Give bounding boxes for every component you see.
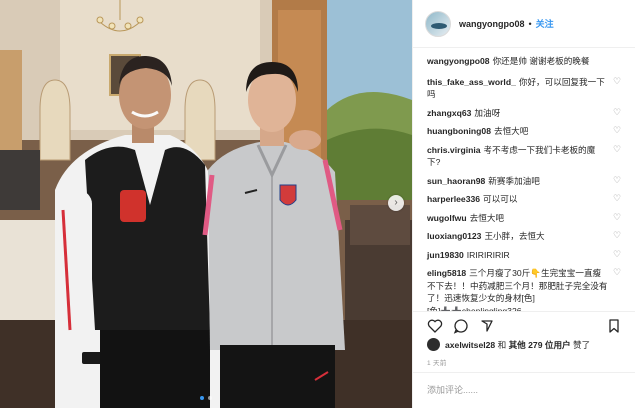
- photo-illustration: [0, 0, 412, 408]
- comment-row: wugolfwu 去恒大吧 ♡: [427, 212, 622, 225]
- likes-suffix: 赞了: [573, 339, 591, 350]
- comment-row: sun_haoran98 新赛季加油吧 ♡: [427, 175, 622, 188]
- comment-username[interactable]: jun19830: [427, 250, 464, 260]
- comment-row: harperlee336 可以可以 ♡: [427, 193, 622, 206]
- comment-heart-icon[interactable]: ♡: [613, 175, 622, 185]
- comment-icon[interactable]: [453, 318, 469, 334]
- caption-username[interactable]: wangyongpo08: [427, 56, 490, 66]
- chevron-right-icon[interactable]: ›: [388, 195, 404, 211]
- comment-text: 可以可以: [483, 194, 518, 204]
- comment-text: 加油呀: [474, 107, 501, 118]
- likes-line: axelwitsel28 和 其他 279 位用户 赞了: [427, 338, 627, 351]
- comment-username[interactable]: huangboning08: [427, 126, 491, 136]
- comment-row: chris.virginia 考不考虑一下我们卡老板的魔下? ♡: [427, 144, 622, 169]
- action-bar: [413, 311, 635, 339]
- comment-username[interactable]: wugolfwu: [427, 213, 467, 223]
- comment-row: huangboning08 去恒大吧 ♡: [427, 125, 622, 138]
- comment-heart-icon[interactable]: ♡: [613, 268, 622, 277]
- likes-connector: 和: [497, 339, 507, 350]
- comment-text: 新赛季加油吧: [488, 175, 540, 186]
- comment-username[interactable]: chris.virginia: [427, 145, 481, 155]
- comment-text: IRIRIRIRIR: [466, 249, 510, 260]
- follow-button[interactable]: 关注: [536, 17, 554, 30]
- comment-row: eling5818 三个月瘦了30斤👇生完宝宝一直瘦不下去！！中药减肥三个月！那肥…: [427, 267, 622, 312]
- comment-row: jun19830 IRIRIRIRIR ♡: [427, 249, 622, 262]
- comment-username[interactable]: luoxiang0123: [427, 231, 481, 241]
- instagram-post: › wangyongpo08 • 关注 wangyongpo08 你还是帅 谢谢老…: [0, 0, 635, 408]
- comment-text: 去恒大吧: [469, 212, 505, 223]
- comment-username[interactable]: sun_haoran98: [427, 176, 485, 186]
- comment-username[interactable]: zhangxq63: [427, 108, 471, 118]
- comment-text: 王小胖，去恒大: [484, 231, 545, 241]
- carousel-dot[interactable]: [208, 396, 212, 400]
- comment-container: this_fake_ass_world_ 你好，可以回复我一下吗 ♡ zhangxq6…: [427, 76, 622, 312]
- comment-heart-icon[interactable]: ♡: [613, 126, 622, 135]
- liker-username[interactable]: axelwitsel28: [445, 340, 495, 350]
- heart-icon[interactable]: [427, 318, 443, 334]
- bookmark-icon[interactable]: [606, 318, 622, 334]
- carousel-dot-active[interactable]: [200, 396, 204, 400]
- comment-row: zhangxq63 加油呀 ♡: [427, 107, 622, 120]
- share-icon[interactable]: [479, 318, 495, 334]
- comment-heart-icon[interactable]: ♡: [613, 144, 622, 154]
- comment-username[interactable]: this_fake_ass_world_: [427, 77, 516, 87]
- caption-text: 你还是帅 谢谢老板的晚餐: [492, 56, 590, 66]
- comment-row: this_fake_ass_world_ 你好，可以回复我一下吗 ♡: [427, 76, 622, 101]
- post-side-panel: wangyongpo08 • 关注 wangyongpo08 你还是帅 谢谢老板的…: [412, 0, 635, 408]
- comment-heart-icon[interactable]: ♡: [613, 249, 622, 259]
- comment-heart-icon[interactable]: ♡: [613, 107, 622, 117]
- comment-row: luoxiang0123 王小胖，去恒大 ♡: [427, 230, 622, 243]
- comment-heart-icon[interactable]: ♡: [613, 231, 622, 240]
- post-header: wangyongpo08 • 关注: [413, 0, 635, 48]
- comment-text: 去恒大吧: [493, 126, 529, 136]
- add-comment-input[interactable]: 添加评论......: [413, 372, 635, 408]
- header-username[interactable]: wangyongpo08: [459, 19, 525, 29]
- caption: wangyongpo08 你还是帅 谢谢老板的晚餐: [427, 55, 622, 68]
- comment-heart-icon[interactable]: ♡: [613, 194, 622, 203]
- liker-avatar-icon[interactable]: [427, 338, 440, 351]
- comment-heart-icon[interactable]: ♡: [613, 212, 622, 222]
- comment-username[interactable]: eling5818: [427, 268, 466, 278]
- avatar-icon[interactable]: [425, 10, 451, 37]
- comment-heart-icon[interactable]: ♡: [613, 76, 622, 86]
- header-separator: •: [528, 18, 532, 29]
- post-date: 1 天前: [427, 360, 447, 367]
- post-photo[interactable]: ›: [0, 0, 412, 408]
- likes-others[interactable]: 其他 279 位用户: [509, 339, 571, 351]
- carousel-dots: [0, 396, 412, 400]
- comments-list[interactable]: wangyongpo08 你还是帅 谢谢老板的晚餐 this_fake_ass_w…: [413, 49, 635, 311]
- comment-username[interactable]: harperlee336: [427, 194, 480, 204]
